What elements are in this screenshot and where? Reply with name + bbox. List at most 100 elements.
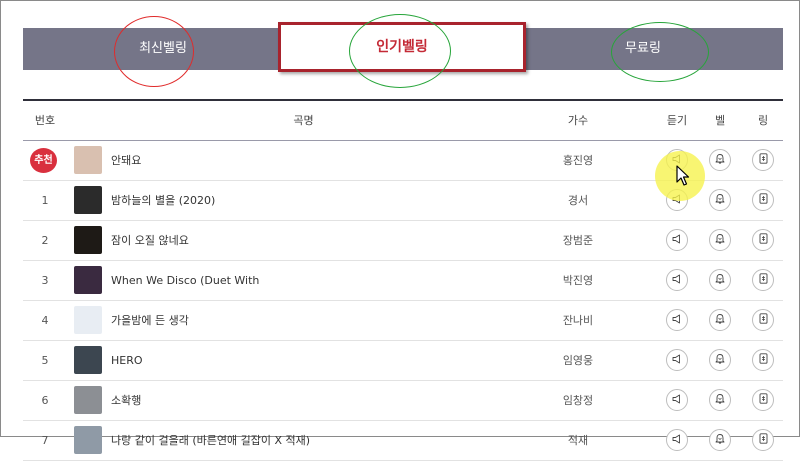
ring-button[interactable] xyxy=(752,149,774,171)
song-title[interactable]: 나랑 같이 걸을래 (바른연애 길잡이 X 적재) xyxy=(111,421,531,460)
table-row[interactable]: 1 밤하늘의 별을 (2020) 경서 xyxy=(23,181,783,221)
album-thumbnail xyxy=(74,226,102,254)
artist-name: 잔나비 xyxy=(562,314,594,327)
table-body: 추천 안돼요 홍진영 1 밤하늘의 별을 (2020) 경서 2 잠이 오질 않네요 장범준 3 W… xyxy=(23,141,783,461)
bell-button[interactable] xyxy=(709,189,731,211)
bell-icon xyxy=(715,153,725,167)
bell-icon xyxy=(715,313,725,327)
bell-button[interactable] xyxy=(709,389,731,411)
listen-button[interactable] xyxy=(666,349,688,371)
bell-icon xyxy=(715,433,725,447)
artist-name: 임영웅 xyxy=(562,354,594,367)
song-title[interactable]: 가을밤에 든 생각 xyxy=(111,301,531,340)
bell-icon xyxy=(715,193,725,207)
table-row[interactable]: 5 HERO 임영웅 xyxy=(23,341,783,381)
bell-button[interactable] xyxy=(709,229,731,251)
artist-name: 장범준 xyxy=(562,234,594,247)
album-thumbnail xyxy=(74,186,102,214)
speaker-icon xyxy=(672,434,682,447)
table-header: 번호 곡명 가수 듣기 벨 링 xyxy=(23,101,783,141)
table-row[interactable]: 7 나랑 같이 걸을래 (바른연애 길잡이 X 적재) 적재 xyxy=(23,421,783,461)
ring-button[interactable] xyxy=(752,349,774,371)
row-number: 6 xyxy=(41,394,49,407)
song-title[interactable]: 잠이 오질 않네요 xyxy=(111,221,531,260)
row-number: 3 xyxy=(41,274,49,287)
song-title[interactable]: HERO xyxy=(111,341,531,380)
speaker-icon xyxy=(672,394,682,407)
phone-icon xyxy=(759,433,768,447)
artist-name: 임창정 xyxy=(562,394,594,407)
speaker-icon xyxy=(672,354,682,367)
ring-button[interactable] xyxy=(752,189,774,211)
ring-button[interactable] xyxy=(752,229,774,251)
speaker-icon xyxy=(672,314,682,327)
bell-icon xyxy=(715,273,725,287)
bell-icon xyxy=(715,353,725,367)
bell-button[interactable] xyxy=(709,349,731,371)
artist-name: 경서 xyxy=(567,194,589,207)
row-number: 5 xyxy=(41,354,49,367)
ring-button[interactable] xyxy=(752,389,774,411)
header-artist: 가수 xyxy=(567,114,589,127)
bell-button[interactable] xyxy=(709,429,731,451)
ringtone-table: 번호 곡명 가수 듣기 벨 링 추천 안돼요 홍진영 1 밤하늘의 별을 (2020) 경… xyxy=(23,99,783,461)
listen-button[interactable] xyxy=(666,149,688,171)
bell-icon xyxy=(715,393,725,407)
phone-icon xyxy=(759,393,768,407)
speaker-icon xyxy=(672,194,682,207)
ring-button[interactable] xyxy=(752,269,774,291)
song-title[interactable]: 소확행 xyxy=(111,381,531,420)
bell-button[interactable] xyxy=(709,149,731,171)
artist-name: 적재 xyxy=(567,434,589,447)
speaker-icon xyxy=(672,234,682,247)
phone-icon xyxy=(759,153,768,167)
table-row[interactable]: 2 잠이 오질 않네요 장범준 xyxy=(23,221,783,261)
phone-icon xyxy=(759,233,768,247)
recommend-badge: 추천 xyxy=(30,148,57,173)
speaker-icon xyxy=(672,154,682,167)
album-thumbnail xyxy=(74,306,102,334)
bell-button[interactable] xyxy=(709,309,731,331)
speaker-icon xyxy=(672,274,682,287)
album-thumbnail xyxy=(74,426,102,454)
song-title[interactable]: 안돼요 xyxy=(111,141,531,180)
bell-button[interactable] xyxy=(709,269,731,291)
tab-latest[interactable]: 최신벨링 xyxy=(83,28,243,70)
tab-popular[interactable]: 인기벨링 xyxy=(278,22,526,72)
phone-icon xyxy=(759,273,768,287)
album-thumbnail xyxy=(74,146,102,174)
ring-button[interactable] xyxy=(752,429,774,451)
header-num: 번호 xyxy=(34,114,56,127)
header-bell: 벨 xyxy=(714,114,726,127)
phone-icon xyxy=(759,193,768,207)
tab-free[interactable]: 무료링 xyxy=(563,28,723,70)
row-number: 2 xyxy=(41,234,49,247)
artist-name: 박진영 xyxy=(562,274,594,287)
header-listen: 듣기 xyxy=(666,114,688,127)
bell-icon xyxy=(715,233,725,247)
listen-button[interactable] xyxy=(666,309,688,331)
phone-icon xyxy=(759,313,768,327)
song-title[interactable]: 밤하늘의 별을 (2020) xyxy=(111,181,531,220)
ring-button[interactable] xyxy=(752,309,774,331)
listen-button[interactable] xyxy=(666,389,688,411)
listen-button[interactable] xyxy=(666,429,688,451)
row-number: 7 xyxy=(41,434,49,447)
listen-button[interactable] xyxy=(666,189,688,211)
artist-name: 홍진영 xyxy=(562,154,594,167)
table-row[interactable]: 6 소확행 임창정 xyxy=(23,381,783,421)
table-row[interactable]: 4 가을밤에 든 생각 잔나비 xyxy=(23,301,783,341)
table-row[interactable]: 추천 안돼요 홍진영 xyxy=(23,141,783,181)
song-title[interactable]: When We Disco (Duet With xyxy=(111,261,531,300)
listen-button[interactable] xyxy=(666,229,688,251)
table-row[interactable]: 3 When We Disco (Duet With 박진영 xyxy=(23,261,783,301)
header-title: 곡명 xyxy=(293,114,314,127)
album-thumbnail xyxy=(74,346,102,374)
header-ring: 링 xyxy=(757,114,769,127)
row-number: 4 xyxy=(41,314,49,327)
phone-icon xyxy=(759,353,768,367)
album-thumbnail xyxy=(74,386,102,414)
row-number: 1 xyxy=(41,194,49,207)
album-thumbnail xyxy=(74,266,102,294)
listen-button[interactable] xyxy=(666,269,688,291)
